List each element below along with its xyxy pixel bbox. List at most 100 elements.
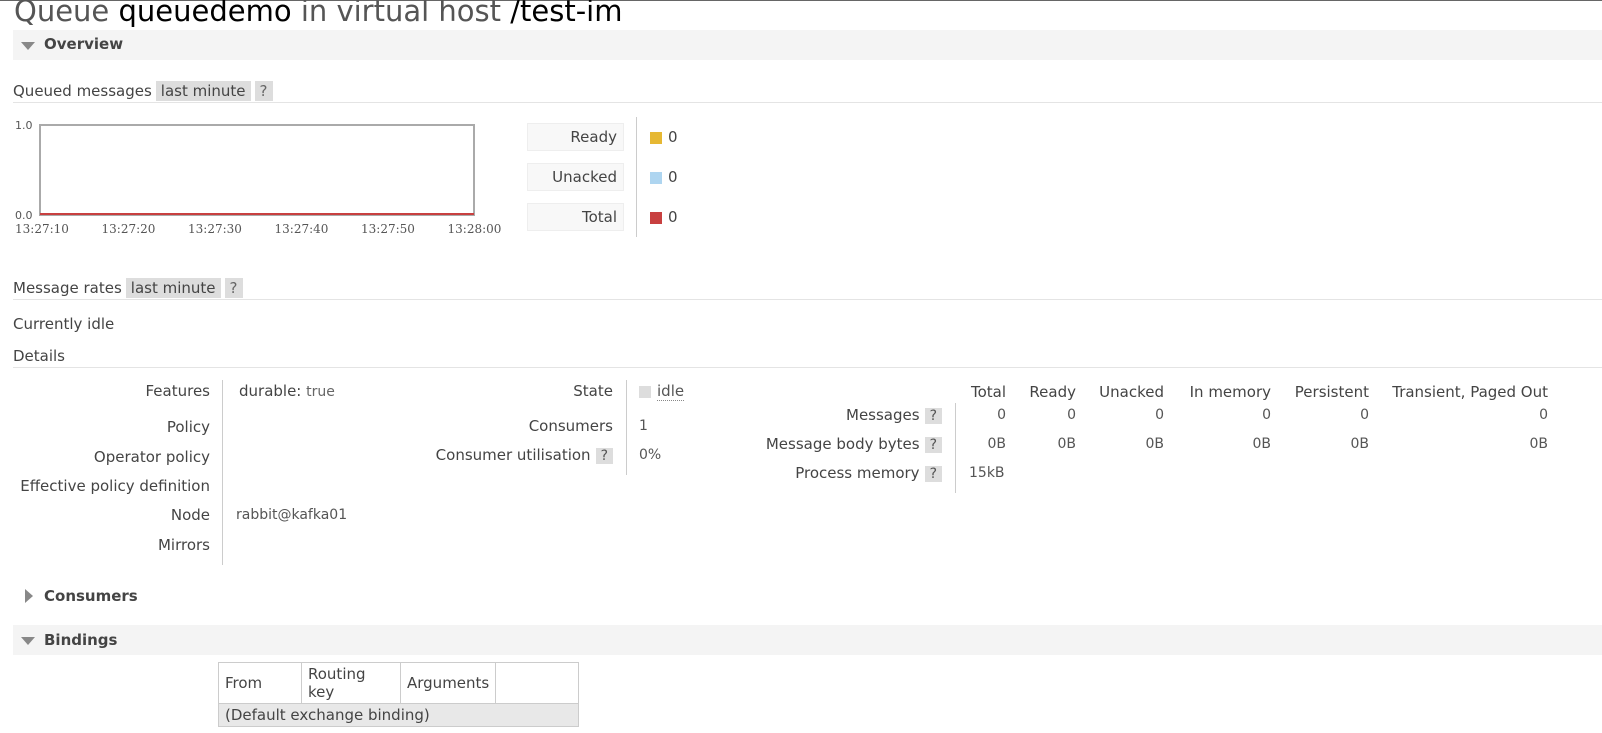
legend-total-label: Total [527, 203, 624, 231]
x-tick-label: 13:28:00 [448, 222, 502, 236]
page-title: Queue queuedemo in virtual host /test-im [14, 0, 622, 28]
node-value: rabbit@kafka01 [236, 507, 348, 523]
stats-cell: 0B [1350, 436, 1369, 452]
policy-label: Policy [166, 418, 210, 436]
queue-name: queuedemo [118, 0, 292, 28]
legend-ready-label: Ready [527, 123, 624, 151]
legend-divider [636, 117, 637, 237]
stats-header-ready: Ready [1029, 383, 1076, 401]
consumers-value: 1 [639, 418, 648, 434]
x-tick-label: 13:27:10 [15, 222, 69, 236]
stats-row-label-text: Process memory [795, 464, 920, 482]
stats-cell: 0B [1057, 436, 1076, 452]
stats-cell: 0B [1145, 436, 1164, 452]
message-rates-help-button[interactable]: ? [224, 278, 243, 298]
stats-cell: 0 [1155, 407, 1164, 423]
consumers-section-toggle[interactable]: Consumers [13, 581, 1602, 611]
overview-title: Overview [44, 35, 124, 53]
x-tick-label: 13:27:40 [275, 222, 329, 236]
queued-messages-help-button[interactable]: ? [254, 81, 273, 101]
features-label: Features [145, 382, 211, 400]
expand-arrow-icon [25, 589, 33, 603]
title-mid: in virtual host [300, 0, 502, 28]
details-heading: Details [13, 347, 66, 365]
stats-row-label-text: Messages [846, 406, 920, 424]
queued-messages-chart: 1.0 0.013:27:10 13:27:20 13:27:30 13:27:40 13… [15, 119, 502, 236]
stats-cell: 0 [1360, 407, 1369, 423]
consumer-utilisation-help-button[interactable]: ? [595, 448, 613, 464]
consumer-utilisation-label: Consumer utilisation? [380, 446, 613, 464]
default-exchange-binding: (Default exchange binding) [217, 703, 580, 727]
divider [13, 299, 1602, 300]
process-memory-help-button[interactable]: ? [924, 466, 942, 482]
stats-cell: 0 [997, 407, 1006, 423]
stats-cell: 15kB [969, 465, 1005, 481]
effective-policy-label: Effective policy definition [20, 477, 210, 495]
bindings-header-arguments: Arguments [399, 662, 497, 704]
features-key: durable: [239, 382, 302, 400]
stats-header-in-memory: In memory [1189, 383, 1271, 401]
state-indicator-icon [639, 386, 651, 398]
message-rates-heading: Message rates last minute? [13, 278, 243, 298]
vhost-name: /test-im [510, 0, 623, 28]
table-row: (Default exchange binding) [217, 703, 580, 727]
legend-total-swatch [650, 212, 662, 224]
y-tick-label: 0.0 [15, 209, 33, 222]
divider [13, 102, 1602, 103]
message-rates-range-button[interactable]: last minute [125, 278, 221, 298]
mirrors-label: Mirrors [157, 536, 210, 554]
bindings-section-toggle[interactable]: Bindings [13, 625, 1602, 655]
legend-ready-swatch [650, 132, 662, 144]
stats-row-body-bytes-label: Message body bytes? [700, 435, 942, 453]
consumer-utilisation-value: 0% [639, 447, 662, 463]
bindings-header-routing-key: Routing key [301, 662, 401, 704]
x-tick-label: 13:27:20 [102, 222, 156, 236]
collapse-arrow-icon [21, 42, 35, 50]
legend-ready-value: 0 [668, 128, 678, 146]
x-tick-label: 13:27:50 [361, 222, 415, 236]
features-value: durable: true [239, 382, 335, 400]
y-tick-label: 1.0 [15, 119, 33, 132]
stats-cell: 0B [987, 436, 1006, 452]
legend-unacked-swatch [650, 172, 662, 184]
legend-total-value: 0 [668, 208, 678, 226]
message-rates-status: Currently idle [13, 315, 115, 333]
consumers-label: Consumers [528, 417, 613, 435]
legend-unacked-label: Unacked [527, 163, 624, 191]
bindings-title: Bindings [44, 631, 118, 649]
queued-messages-heading: Queued messages last minute? [13, 81, 273, 101]
stats-row-messages-label: Messages? [700, 406, 942, 424]
message-rates-label: Message rates [13, 279, 122, 297]
bindings-header-actions [495, 662, 580, 704]
operator-policy-label: Operator policy [93, 448, 210, 466]
plot-area [39, 124, 475, 216]
bindings-header-row: From Routing key Arguments [218, 662, 580, 704]
stats-cell: 0B [1252, 436, 1271, 452]
state-label: State [573, 382, 613, 400]
consumer-utilisation-text: Consumer utilisation [435, 446, 591, 464]
title-prefix: Queue [14, 0, 110, 28]
details-divider [626, 380, 627, 475]
overview-section-toggle[interactable]: Overview [13, 30, 1602, 60]
queued-messages-range-button[interactable]: last minute [155, 81, 251, 101]
stats-header-transient-paged-out: Transient, Paged Out [1392, 383, 1548, 401]
stats-header-unacked: Unacked [1099, 383, 1164, 401]
node-label: Node [170, 506, 210, 524]
features-durable-value: true [306, 384, 335, 400]
collapse-arrow-icon [21, 637, 35, 645]
stats-cell: 0 [1539, 407, 1548, 423]
queued-messages-label: Queued messages [13, 82, 152, 100]
bindings-header-from: From [218, 662, 302, 704]
stats-header-total: Total [970, 383, 1006, 401]
consumers-title: Consumers [44, 587, 138, 605]
stats-row-process-memory-label: Process memory? [700, 464, 942, 482]
stats-cell: 0B [1529, 436, 1548, 452]
bindings-table: From Routing key Arguments (Default exch… [217, 662, 580, 727]
stats-header-persistent: Persistent [1294, 383, 1369, 401]
x-tick-label: 13:27:30 [188, 222, 242, 236]
state-value: idle [657, 382, 685, 401]
details-divider [222, 380, 223, 565]
stats-row-label-text: Message body bytes [765, 435, 920, 453]
stats-cell: 0 [1067, 407, 1076, 423]
stats-cell: 0 [1262, 407, 1271, 423]
